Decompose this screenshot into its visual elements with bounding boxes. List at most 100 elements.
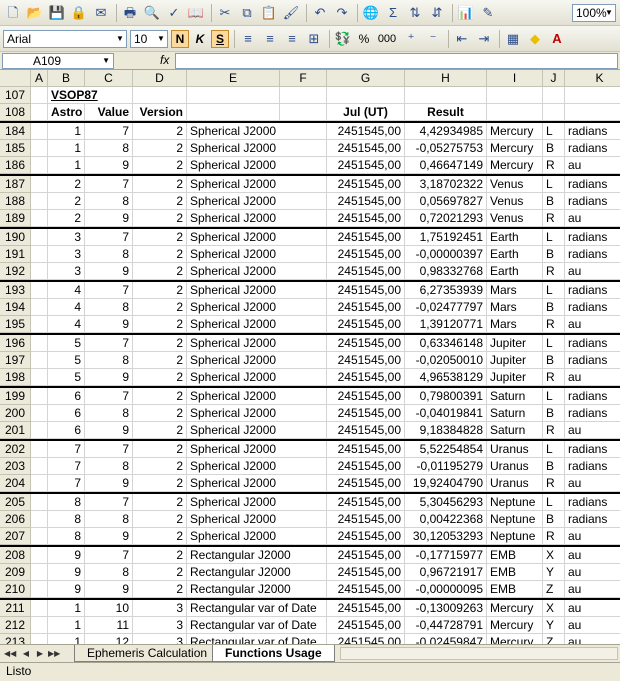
cell-version[interactable]: 2 xyxy=(133,564,187,581)
cell-unit[interactable]: au xyxy=(565,263,620,280)
cell-coord[interactable]: R xyxy=(543,475,565,492)
cell-astro[interactable]: 2 xyxy=(48,176,85,193)
cell-type[interactable]: Spherical J2000 xyxy=(187,335,327,352)
cell-jul[interactable]: 2451545,00 xyxy=(327,316,405,333)
cell-version[interactable]: 3 xyxy=(133,634,187,644)
autosum-icon[interactable]: Σ xyxy=(383,3,403,23)
save-icon[interactable]: 💾 xyxy=(47,3,67,23)
column-header[interactable]: F xyxy=(280,70,327,87)
row-header[interactable]: 204 xyxy=(0,475,31,492)
cell-type[interactable]: Spherical J2000 xyxy=(187,475,327,492)
cell-body[interactable]: Mercury xyxy=(487,617,543,634)
cell-astro[interactable]: 4 xyxy=(48,299,85,316)
cell-version[interactable]: 2 xyxy=(133,405,187,422)
cell-jul[interactable]: 2451545,00 xyxy=(327,600,405,617)
cell[interactable] xyxy=(31,263,48,280)
cell-value[interactable]: 8 xyxy=(85,511,133,528)
row-header[interactable]: 203 xyxy=(0,458,31,475)
cell-astro[interactable]: 1 xyxy=(48,600,85,617)
cell-type[interactable]: Rectangular J2000 xyxy=(187,581,327,598)
merge-center-icon[interactable]: ⊞ xyxy=(304,29,324,49)
cell-unit[interactable]: au xyxy=(565,157,620,174)
column-header[interactable]: G xyxy=(327,70,405,87)
cell-value[interactable]: 9 xyxy=(85,422,133,439)
cell-type[interactable]: Rectangular J2000 xyxy=(187,564,327,581)
cell-body[interactable]: Saturn xyxy=(487,422,543,439)
cell-type[interactable]: Spherical J2000 xyxy=(187,422,327,439)
row-header[interactable]: 191 xyxy=(0,246,31,263)
cell-value[interactable]: 8 xyxy=(85,405,133,422)
cell-version[interactable]: 2 xyxy=(133,441,187,458)
column-header[interactable]: A xyxy=(31,70,48,87)
cell-version[interactable]: 2 xyxy=(133,422,187,439)
cell-unit[interactable]: radians xyxy=(565,388,620,405)
paste-icon[interactable]: 📋 xyxy=(259,3,279,23)
cell-body[interactable]: Mars xyxy=(487,316,543,333)
cell-version[interactable]: 2 xyxy=(133,263,187,280)
cell-value[interactable]: 9 xyxy=(85,316,133,333)
format-painter-icon[interactable]: 🖌 xyxy=(281,3,301,23)
cell-value[interactable]: 8 xyxy=(85,246,133,263)
cell-result[interactable]: 3,18702322 xyxy=(405,176,487,193)
cell-body[interactable]: Mercury xyxy=(487,600,543,617)
cell-type[interactable]: Rectangular var of Date xyxy=(187,617,327,634)
cell-coord[interactable]: B xyxy=(543,458,565,475)
cell-version[interactable]: 2 xyxy=(133,140,187,157)
cell-unit[interactable]: radians xyxy=(565,140,620,157)
cell-unit[interactable]: radians xyxy=(565,299,620,316)
cell-coord[interactable]: Z xyxy=(543,634,565,644)
cell-coord[interactable]: R xyxy=(543,528,565,545)
cell-coord[interactable]: R xyxy=(543,369,565,386)
cell[interactable] xyxy=(405,87,487,104)
row-header[interactable]: 201 xyxy=(0,422,31,439)
cell-value[interactable]: 8 xyxy=(85,352,133,369)
header-cell-version[interactable]: Version xyxy=(133,104,187,121)
copy-icon[interactable]: ⧉ xyxy=(237,3,257,23)
cell-jul[interactable]: 2451545,00 xyxy=(327,246,405,263)
cell-jul[interactable]: 2451545,00 xyxy=(327,335,405,352)
cell-result[interactable]: 6,27353939 xyxy=(405,282,487,299)
cell-jul[interactable]: 2451545,00 xyxy=(327,634,405,644)
cell-jul[interactable]: 2451545,00 xyxy=(327,193,405,210)
cell[interactable] xyxy=(31,511,48,528)
cell-jul[interactable]: 2451545,00 xyxy=(327,494,405,511)
underline-button[interactable]: S xyxy=(211,29,229,48)
cell[interactable] xyxy=(31,528,48,545)
row-header[interactable]: 186 xyxy=(0,157,31,174)
cell-value[interactable]: 11 xyxy=(85,617,133,634)
cell-coord[interactable]: L xyxy=(543,123,565,140)
cell-result[interactable]: 4,96538129 xyxy=(405,369,487,386)
cell-coord[interactable]: R xyxy=(543,210,565,227)
cell-result[interactable]: -0,01195279 xyxy=(405,458,487,475)
row-header[interactable]: 184 xyxy=(0,123,31,140)
cell[interactable] xyxy=(31,299,48,316)
cell-unit[interactable]: au xyxy=(565,634,620,644)
cell[interactable] xyxy=(487,87,543,104)
cell-jul[interactable]: 2451545,00 xyxy=(327,441,405,458)
cell-result[interactable]: 1,75192451 xyxy=(405,229,487,246)
cell-coord[interactable]: R xyxy=(543,316,565,333)
cell-jul[interactable]: 2451545,00 xyxy=(327,422,405,439)
cell[interactable] xyxy=(31,600,48,617)
last-sheet-icon[interactable]: ▶▶ xyxy=(48,647,60,660)
row-header[interactable]: 193 xyxy=(0,282,31,299)
cell-unit[interactable]: au xyxy=(565,547,620,564)
cell-coord[interactable]: L xyxy=(543,494,565,511)
cell-version[interactable]: 2 xyxy=(133,388,187,405)
cell[interactable] xyxy=(31,157,48,174)
header-cell-result[interactable]: Result xyxy=(405,104,487,121)
column-header[interactable]: E xyxy=(187,70,280,87)
cell-type[interactable]: Spherical J2000 xyxy=(187,405,327,422)
cell-value[interactable]: 7 xyxy=(85,494,133,511)
cell-version[interactable]: 2 xyxy=(133,581,187,598)
cell-astro[interactable]: 8 xyxy=(48,511,85,528)
cell-version[interactable]: 2 xyxy=(133,494,187,511)
cell-type[interactable]: Spherical J2000 xyxy=(187,140,327,157)
cell-type[interactable]: Spherical J2000 xyxy=(187,210,327,227)
formula-input[interactable] xyxy=(175,53,618,69)
cell-coord[interactable]: B xyxy=(543,299,565,316)
cell-astro[interactable]: 1 xyxy=(48,140,85,157)
font-name-select[interactable]: Arial ▼ xyxy=(3,29,127,48)
cell-result[interactable]: 0,98332768 xyxy=(405,263,487,280)
cell-body[interactable]: Venus xyxy=(487,210,543,227)
